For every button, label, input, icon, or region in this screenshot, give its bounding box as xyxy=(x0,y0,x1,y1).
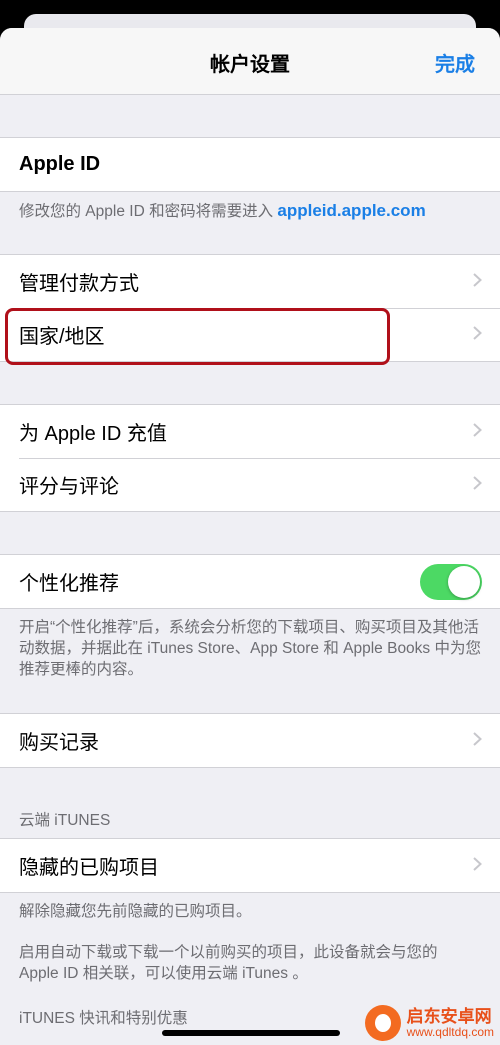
personalized-toggle[interactable] xyxy=(420,564,482,600)
watermark: 启东安卓网 www.qdltdq.com xyxy=(364,1005,494,1041)
watermark-url: www.qdltdq.com xyxy=(406,1024,494,1039)
page-title: 帐户设置 xyxy=(210,54,290,76)
apple-id-label: Apple ID xyxy=(19,153,101,175)
manage-payment-row[interactable]: 管理付款方式 xyxy=(0,255,500,308)
chevron-right-icon xyxy=(473,326,482,340)
chevron-right-icon xyxy=(473,423,482,437)
chevron-right-icon xyxy=(473,857,482,871)
apple-id-footer: 修改您的 Apple ID 和密码将需要进入 appleid.apple.com xyxy=(0,192,500,222)
ratings-reviews-row[interactable]: 评分与评论 xyxy=(0,458,500,511)
purchase-history-group: 购买记录 xyxy=(0,713,500,768)
appleid-link[interactable]: appleid.apple.com xyxy=(277,201,425,220)
purchase-history-row[interactable]: 购买记录 xyxy=(0,714,500,767)
hidden-purchases-footer: 解除隐藏您先前隐藏的已购项目。 xyxy=(19,903,252,920)
personalized-group: 个性化推荐 xyxy=(0,554,500,609)
chevron-right-icon xyxy=(473,476,482,490)
hidden-purchases-row[interactable]: 隐藏的已购项目 xyxy=(0,839,500,892)
done-button[interactable]: 完成 xyxy=(435,48,475,77)
chevron-right-icon xyxy=(473,732,482,746)
cloud-itunes-header: 云端 iTUNES xyxy=(19,812,111,829)
recharge-row[interactable]: 为 Apple ID 充值 xyxy=(0,405,500,458)
personalized-row: 个性化推荐 xyxy=(0,555,500,608)
account-settings-sheet: 帐户设置 完成 Apple ID 修改您的 Apple ID 和密码将需要进入 … xyxy=(0,28,500,1045)
recharge-label: 为 Apple ID 充值 xyxy=(19,423,167,445)
watermark-logo-icon xyxy=(364,1005,401,1041)
manage-payment-label: 管理付款方式 xyxy=(19,273,139,295)
hidden-purchases-label: 隐藏的已购项目 xyxy=(19,857,159,879)
watermark-title: 启东安卓网 xyxy=(406,1006,492,1026)
chevron-right-icon xyxy=(473,273,482,287)
ratings-reviews-label: 评分与评论 xyxy=(19,476,119,498)
highlight-box xyxy=(5,308,390,365)
personalized-footer: 开启“个性化推荐”后，系统会分析您的下载项目、购买项目及其他活动数据，并据此在 … xyxy=(19,619,481,678)
cloud-group: 隐藏的已购项目 xyxy=(0,838,500,893)
personalized-label: 个性化推荐 xyxy=(19,573,119,595)
purchase-history-label: 购买记录 xyxy=(19,732,99,754)
apple-id-group: Apple ID xyxy=(0,137,500,192)
topup-group: 为 Apple ID 充值 评分与评论 xyxy=(0,404,500,512)
apple-id-row: Apple ID xyxy=(0,138,500,191)
navigation-bar: 帐户设置 完成 xyxy=(0,28,500,95)
toggle-knob xyxy=(448,566,480,598)
apple-id-footer-text: 修改您的 Apple ID 和密码将需要进入 xyxy=(19,203,278,220)
cloud-itunes-footer: 启用自动下载或下载一个以前购买的项目，此设备就会与您的 Apple ID 相关联… xyxy=(19,944,438,982)
home-indicator xyxy=(162,1030,340,1036)
